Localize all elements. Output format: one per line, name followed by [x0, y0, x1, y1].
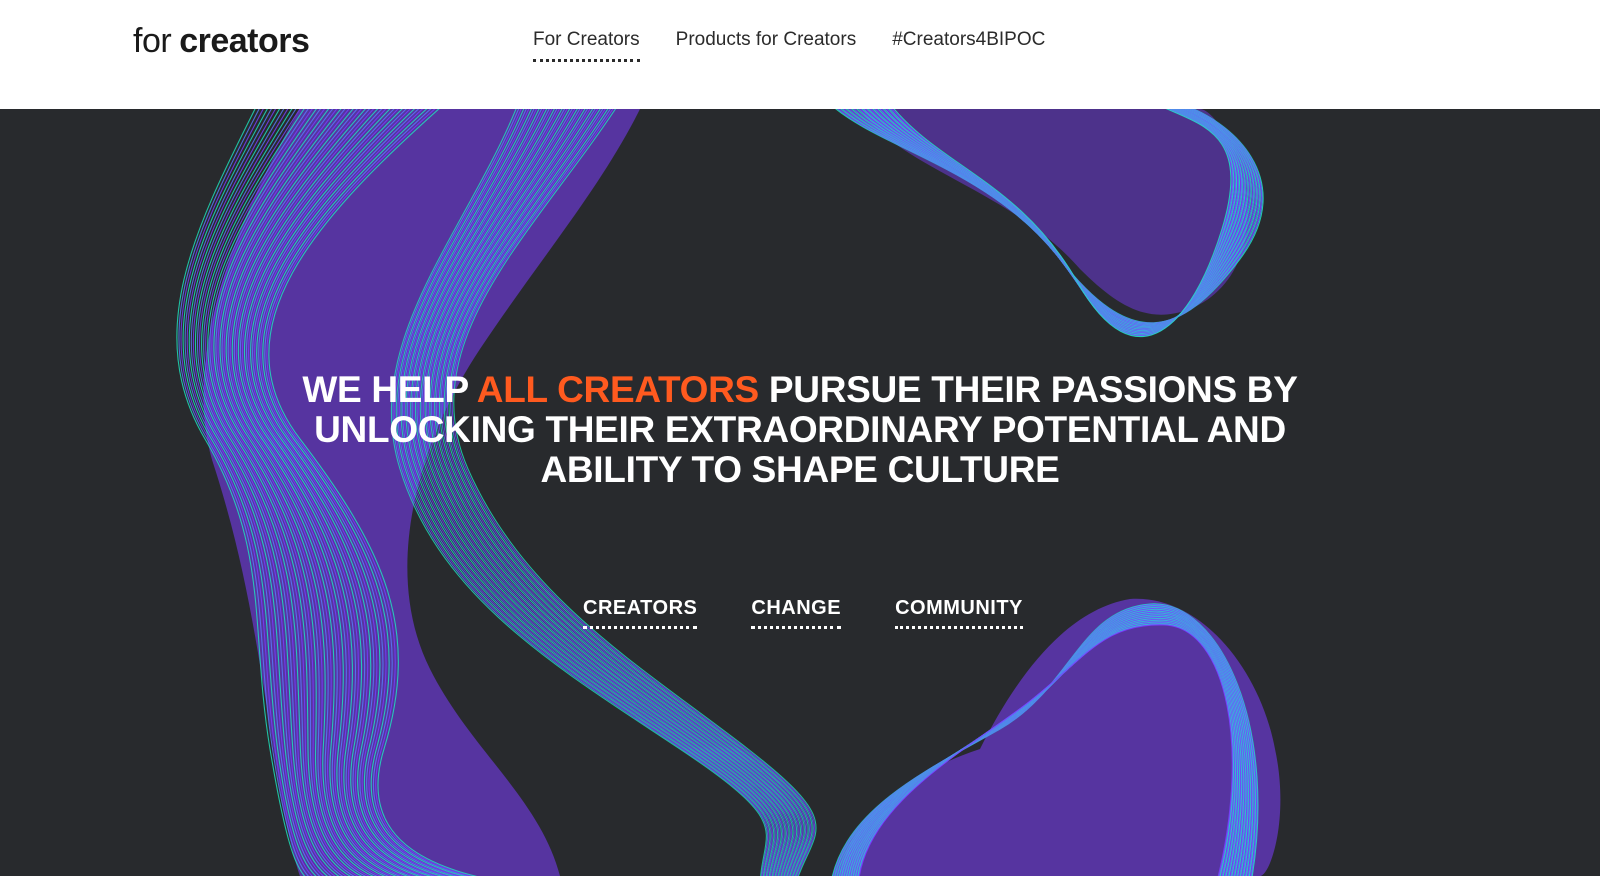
nav-link-creators4bipoc[interactable]: #Creators4BIPOC [892, 29, 1045, 62]
hero-link-group: CREATORS CHANGE COMMUNITY [583, 597, 1023, 629]
headline-part-1: WE HELP [302, 369, 477, 410]
logo-creators-text: creators [179, 22, 310, 60]
wave-ribbon-artwork [176, 109, 1281, 876]
nav-link-for-creators[interactable]: For Creators [533, 29, 640, 62]
site-header: for creators For Creators Products for C… [0, 0, 1600, 109]
logo-for-text: for [133, 22, 172, 60]
hero-link-change[interactable]: CHANGE [751, 597, 842, 629]
nav-link-products-for-creators[interactable]: Products for Creators [676, 29, 857, 62]
site-logo[interactable]: for creators [133, 22, 310, 66]
hero-section: WE HELP ALL CREATORS PURSUE THEIR PASSIO… [0, 109, 1600, 876]
bottom-right-ribbon-shape [831, 598, 1281, 876]
headline-accent: ALL CREATORS [476, 369, 759, 410]
hero-link-community[interactable]: COMMUNITY [895, 597, 1023, 629]
hero-link-creators[interactable]: CREATORS [583, 597, 698, 629]
left-ribbon-shape [176, 109, 817, 876]
main-nav: For Creators Products for Creators #Crea… [533, 29, 1045, 62]
top-right-ribbon-shape [835, 109, 1264, 338]
hero-headline: WE HELP ALL CREATORS PURSUE THEIR PASSIO… [300, 370, 1300, 490]
